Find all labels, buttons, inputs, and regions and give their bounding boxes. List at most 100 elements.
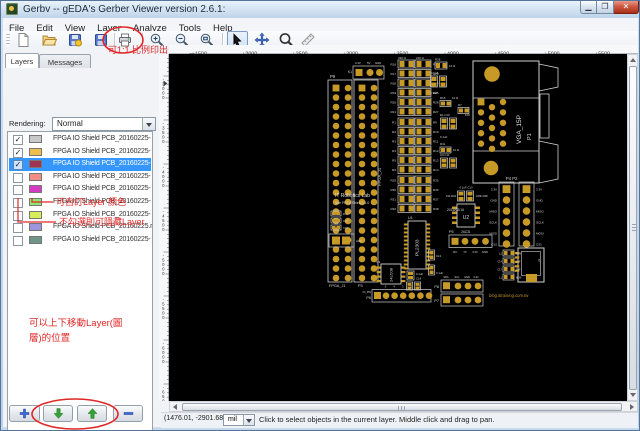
svg-text:-4500: -4 5 0 0	[162, 209, 165, 232]
move-layer-down-button[interactable]	[43, 405, 73, 422]
scrollbar-thumb[interactable]	[629, 66, 637, 390]
layer-row[interactable]: ✓ FPGA IO Shield PCB_20160225-	[9, 133, 151, 146]
svg-text:330 Ω: 330 Ω	[398, 56, 407, 60]
toolbar-grip[interactable]	[6, 34, 10, 46]
tab-messages[interactable]: Messages	[39, 54, 91, 68]
svg-text:4: 4	[393, 285, 395, 289]
svg-text:P1: P1	[527, 133, 533, 140]
print-button[interactable]	[117, 32, 134, 49]
layer-visibility-checkbox[interactable]	[13, 210, 23, 221]
titlebar[interactable]: Gerbv -- gEDA's Gerber Viewer version 2.…	[1, 1, 639, 19]
svg-text:3.3V: 3.3V	[355, 61, 361, 65]
svg-text:R19: R19	[390, 91, 396, 95]
open-button[interactable]	[41, 32, 58, 49]
svg-text:1: 1	[419, 285, 421, 289]
layer-row[interactable]: ✓ FPGA IO Shield PCB_20160225-	[9, 158, 151, 171]
canvas-vscrollbar[interactable]	[627, 54, 638, 401]
save-button[interactable]	[93, 32, 110, 49]
layer-label: FPGA IO Shield PCB_20160225-	[53, 160, 151, 168]
pcb-canvas[interactable]: P9FPGA_J1K13.3V5VGNDR16R22R17R23R18R24R1…	[169, 54, 627, 401]
svg-text:-6000: -6 0 0 0	[162, 341, 165, 364]
svg-text:1uF: 1uF	[516, 268, 521, 272]
layer-row[interactable]: FPGA IO Shield PCB_20160225-	[9, 234, 151, 247]
svg-text:C16: C16	[343, 226, 348, 230]
arrow-down-icon	[52, 408, 64, 419]
svg-text:BLM: BLM	[516, 252, 521, 256]
scroll-right-icon[interactable]	[630, 404, 634, 410]
layer-visibility-checkbox[interactable]	[13, 198, 23, 208]
svg-text:SCL: SCL	[454, 275, 460, 279]
svg-text:R11: R11	[433, 140, 439, 144]
maximize-button[interactable]: ❐	[597, 1, 614, 14]
canvas-hscrollbar[interactable]	[169, 401, 638, 412]
svg-text:C15: C15	[343, 219, 348, 223]
layer-color-swatch[interactable]	[29, 160, 42, 169]
svg-text:MISO: MISO	[536, 209, 544, 213]
layer-row[interactable]: FPGA IO Shield PCB_20160225.r	[9, 221, 153, 234]
layer-label: FPGA IO Shield PCB_20160225-	[53, 172, 151, 180]
svg-text:3.3V: 3.3V	[536, 187, 542, 191]
layer-visibility-checkbox[interactable]	[13, 172, 23, 183]
layer-visibility-checkbox[interactable]	[13, 223, 23, 234]
layer-color-swatch[interactable]	[29, 135, 42, 143]
svg-text:SCLK: SCLK	[536, 220, 544, 224]
svg-text:15k R44: 15k R44	[446, 194, 457, 198]
layer-color-swatch[interactable]	[29, 223, 42, 232]
layer-row[interactable]: FPGA IO Shield PCB_20160225-	[9, 209, 151, 222]
layer-color-swatch[interactable]	[29, 172, 42, 181]
layer-visibility-checkbox[interactable]	[13, 235, 23, 246]
remove-layer-button[interactable]	[113, 405, 143, 422]
svg-text:U2: U2	[463, 215, 470, 221]
svg-text:R2: R2	[392, 130, 396, 134]
svg-text:E1 C10: E1 C10	[440, 113, 450, 117]
svg-text:SDA: SDA	[443, 275, 449, 279]
minimize-button[interactable]: ▁	[580, 1, 597, 14]
svg-text:K1: K1	[348, 70, 352, 74]
svg-text:24LC08: 24LC08	[389, 267, 394, 282]
svg-text:R20: R20	[390, 101, 396, 105]
layer-list[interactable]: ✓ FPGA IO Shield PCB_20160225- ✓ FPGA IO Sh…	[7, 131, 153, 430]
layer-label: FPGA IO Shield PCB_20160225-	[53, 235, 151, 243]
svg-text:IT Robotics Lab: IT Robotics Lab	[335, 193, 370, 199]
units-select[interactable]: mil	[223, 414, 255, 426]
svg-text:P7: P7	[434, 299, 439, 303]
tab-layers[interactable]: Layers	[5, 53, 39, 68]
svg-text:R12: R12	[433, 149, 439, 153]
zoom-in-button[interactable]	[149, 32, 166, 49]
layer-visibility-checkbox[interactable]: ✓	[13, 135, 23, 145]
rendering-dropdown-button[interactable]	[142, 118, 155, 130]
scroll-down-icon[interactable]	[630, 393, 636, 397]
close-button[interactable]: ✕	[614, 1, 639, 14]
add-layer-button[interactable]	[9, 405, 40, 422]
layer-row[interactable]: ✓ FPGA IO Shield PCB_20160225-	[9, 146, 151, 159]
layer-row[interactable]: FPGA IO Shield PCB_20160225-	[9, 171, 151, 184]
scroll-left-icon[interactable]	[173, 404, 177, 410]
layer-visibility-checkbox[interactable]	[13, 185, 23, 196]
svg-text:RX: RX	[453, 250, 457, 254]
layer-label: FPGA IO Shield PCB_20160225.r	[53, 223, 153, 231]
svg-text:R10: R10	[433, 130, 439, 134]
svg-text:R1: R1	[392, 121, 396, 125]
svg-text:0.1uF: 0.1uF	[430, 91, 438, 95]
units-dropdown-button[interactable]	[243, 415, 254, 425]
svg-text:R36: R36	[433, 188, 439, 192]
svg-text:R7: R7	[458, 103, 462, 107]
move-layer-up-button[interactable]	[77, 405, 107, 422]
svg-text:R32: R32	[390, 207, 396, 211]
layer-color-swatch[interactable]	[29, 235, 42, 244]
layer-visibility-checkbox[interactable]: ✓	[13, 147, 23, 158]
layer-row[interactable]: FPGA IO Shield PCB_20160225-	[9, 196, 151, 209]
scrollbar-thumb[interactable]	[182, 403, 622, 411]
layer-color-swatch[interactable]	[29, 185, 42, 194]
svg-text:J1: J1	[537, 259, 541, 263]
layer-color-swatch[interactable]	[29, 198, 42, 206]
new-file-button[interactable]	[15, 32, 32, 49]
layer-visibility-checkbox[interactable]: ✓	[13, 160, 23, 171]
save-as-button[interactable]	[67, 32, 84, 49]
layer-color-swatch[interactable]	[29, 210, 42, 219]
layer-row[interactable]: FPGA IO Shield PCB_20160225-	[9, 183, 151, 196]
layer-color-swatch[interactable]	[29, 147, 42, 156]
rendering-select[interactable]: Normal	[52, 117, 156, 131]
scroll-up-icon[interactable]	[630, 58, 636, 62]
svg-text:0.1uF C13: 0.1uF C13	[459, 186, 473, 190]
